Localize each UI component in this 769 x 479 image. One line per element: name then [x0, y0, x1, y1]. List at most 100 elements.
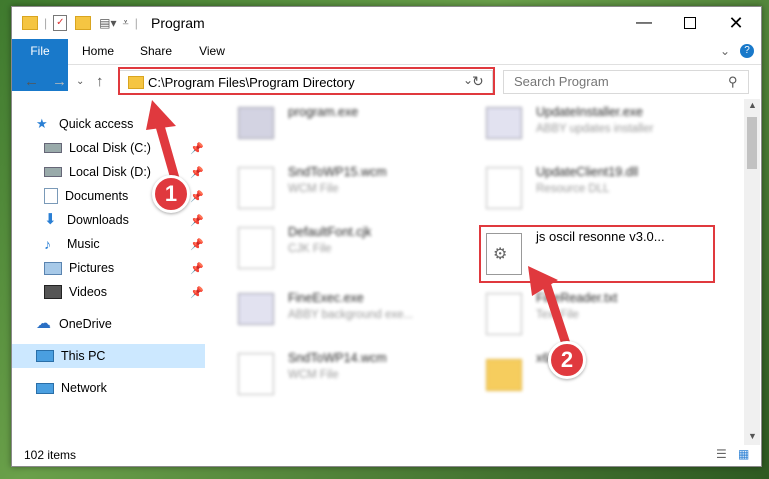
drive-icon [44, 167, 62, 177]
sidebar-item-downloads[interactable]: ⬇ Downloads 📌 [44, 208, 206, 232]
document-icon [238, 353, 274, 395]
maximize-button[interactable] [667, 7, 713, 39]
pin-icon: 📌 [190, 214, 204, 227]
file-item[interactable]: DefaultFont.cjk CJK File [226, 219, 456, 271]
file-highlight-box [479, 225, 715, 283]
tab-home[interactable]: Home [78, 39, 118, 64]
exe-icon [238, 107, 274, 139]
file-type: ABBY updates installer [536, 123, 654, 135]
file-item[interactable]: SndToWP14.wcm WCM File [226, 345, 456, 397]
file-type: Resource DLL [536, 183, 610, 195]
folder-icon [486, 359, 522, 391]
up-button[interactable]: ↑ [96, 73, 104, 90]
sidebar-item-onedrive[interactable]: ☁ OneDrive [36, 312, 206, 336]
file-name: FineExec.exe [288, 291, 364, 305]
pin-icon: 📌 [190, 190, 204, 203]
file-item[interactable]: UpdateInstaller.exe ABBY updates install… [474, 99, 704, 151]
documents-icon [44, 188, 58, 204]
file-item[interactable]: FineExec.exe ABBY background exe... [226, 285, 456, 337]
minimize-icon: — [636, 14, 652, 31]
pin-icon: 📌 [190, 166, 204, 179]
sidebar-item-label: Pictures [69, 261, 115, 275]
sidebar-item-label: Music [67, 237, 100, 251]
file-type: CJK File [288, 243, 332, 255]
file-name: UpdateInstaller.exe [536, 105, 644, 119]
sidebar-item-label: Downloads [67, 213, 129, 227]
file-name: DefaultFont.cjk [288, 225, 372, 239]
scroll-thumb[interactable] [747, 117, 757, 169]
back-button[interactable]: ← [24, 73, 39, 90]
file-item[interactable]: SndToWP15.wcm WCM File [226, 159, 456, 211]
sidebar-item-label: Local Disk (D:) [69, 165, 151, 179]
file-type: ABBY background exe... [288, 309, 414, 321]
recent-locations-button[interactable]: ⌄ [76, 76, 84, 87]
network-icon [36, 382, 54, 394]
maximize-icon [684, 17, 696, 29]
details-view-icon[interactable]: ☰ [716, 447, 727, 461]
file-name: UpdateClient19.dll [536, 165, 639, 179]
file-item[interactable]: UpdateClient19.dll Resource DLL [474, 159, 704, 211]
separator: | [134, 16, 138, 30]
cloud-icon: ☁ [36, 315, 51, 332]
quick-access-toolbar: | ✓ ▤▾ ⩡ | [22, 14, 138, 32]
sidebar-item-label: Quick access [59, 117, 134, 131]
minimize-button[interactable]: — [621, 7, 667, 39]
folder-icon [22, 16, 38, 30]
properties-icon[interactable]: ✓ [53, 15, 68, 31]
sidebar-item-label: This PC [61, 349, 106, 363]
sidebar-item-label: Local Disk (C:) [69, 141, 151, 155]
address-highlight-box [118, 67, 495, 95]
file-type: WCM File [288, 183, 339, 195]
computer-icon [36, 350, 54, 362]
forward-button[interactable]: → [52, 73, 67, 90]
file-name: SndToWP14.wcm [288, 351, 387, 365]
title-bar: | ✓ ▤▾ ⩡ | Program — ✕ [12, 7, 761, 39]
sidebar-item-label: Network [61, 381, 107, 395]
download-icon: ⬇ [44, 211, 57, 228]
pin-icon: 📌 [190, 286, 204, 299]
expand-ribbon-icon[interactable]: ⌄ [720, 44, 730, 58]
exe-icon [486, 107, 522, 139]
file-type: Text File [536, 309, 579, 321]
document-icon [238, 167, 274, 209]
file-name: FineReader.txt [536, 291, 618, 305]
vertical-scrollbar[interactable]: ▲ ▼ [744, 99, 760, 445]
sidebar-item-quick-access[interactable]: ★ Quick access [36, 112, 206, 136]
navigation-pane: ★ Quick access Local Disk (C:) 📌 Local D… [12, 99, 207, 445]
view-options-icon[interactable]: ▤▾ [99, 16, 116, 30]
pin-icon: 📌 [190, 238, 204, 251]
separator: | [44, 16, 48, 30]
close-icon: ✕ [728, 12, 744, 33]
scroll-up-icon[interactable]: ▲ [748, 100, 757, 110]
sidebar-item-pictures[interactable]: Pictures 📌 [44, 256, 206, 280]
file-item[interactable]: x64 [474, 345, 704, 397]
sidebar-item-label: OneDrive [59, 317, 112, 331]
search-input[interactable]: Search Program [503, 70, 749, 94]
close-button[interactable]: ✕ [713, 7, 759, 39]
window-title: Program [151, 15, 205, 31]
large-icons-view-icon[interactable]: ▦ [738, 447, 749, 461]
step-badge-1: 1 [152, 175, 190, 213]
help-icon[interactable]: ? [740, 44, 754, 58]
status-bar: 102 items ☰ ▦ [12, 445, 761, 466]
ribbon: File Home Share View ⌄ ? [12, 39, 761, 91]
customize-toolbar-icon[interactable]: ⩡ [123, 17, 129, 30]
search-icon: ⚲ [728, 74, 738, 89]
sidebar-item-label: Documents [65, 189, 129, 203]
videos-icon [44, 285, 62, 299]
step-badge-2: 2 [548, 341, 586, 379]
new-folder-icon[interactable] [75, 16, 92, 30]
sidebar-item-music[interactable]: ♪ Music 📌 [44, 232, 206, 256]
sidebar-item-local-disk-c[interactable]: Local Disk (C:) 📌 [44, 136, 206, 160]
sidebar-item-network[interactable]: Network [36, 376, 206, 400]
file-item[interactable]: program.exe [226, 99, 456, 151]
scroll-down-icon[interactable]: ▼ [748, 431, 757, 441]
pin-icon: 📌 [190, 262, 204, 275]
tab-view[interactable]: View [192, 39, 232, 64]
dll-icon [486, 167, 522, 209]
tab-share[interactable]: Share [136, 39, 176, 64]
file-item[interactable]: FineReader.txt Text File [474, 285, 704, 337]
sidebar-item-this-pc[interactable]: This PC [12, 344, 205, 368]
sidebar-item-videos[interactable]: Videos 📌 [44, 280, 206, 304]
pictures-icon [44, 261, 62, 275]
